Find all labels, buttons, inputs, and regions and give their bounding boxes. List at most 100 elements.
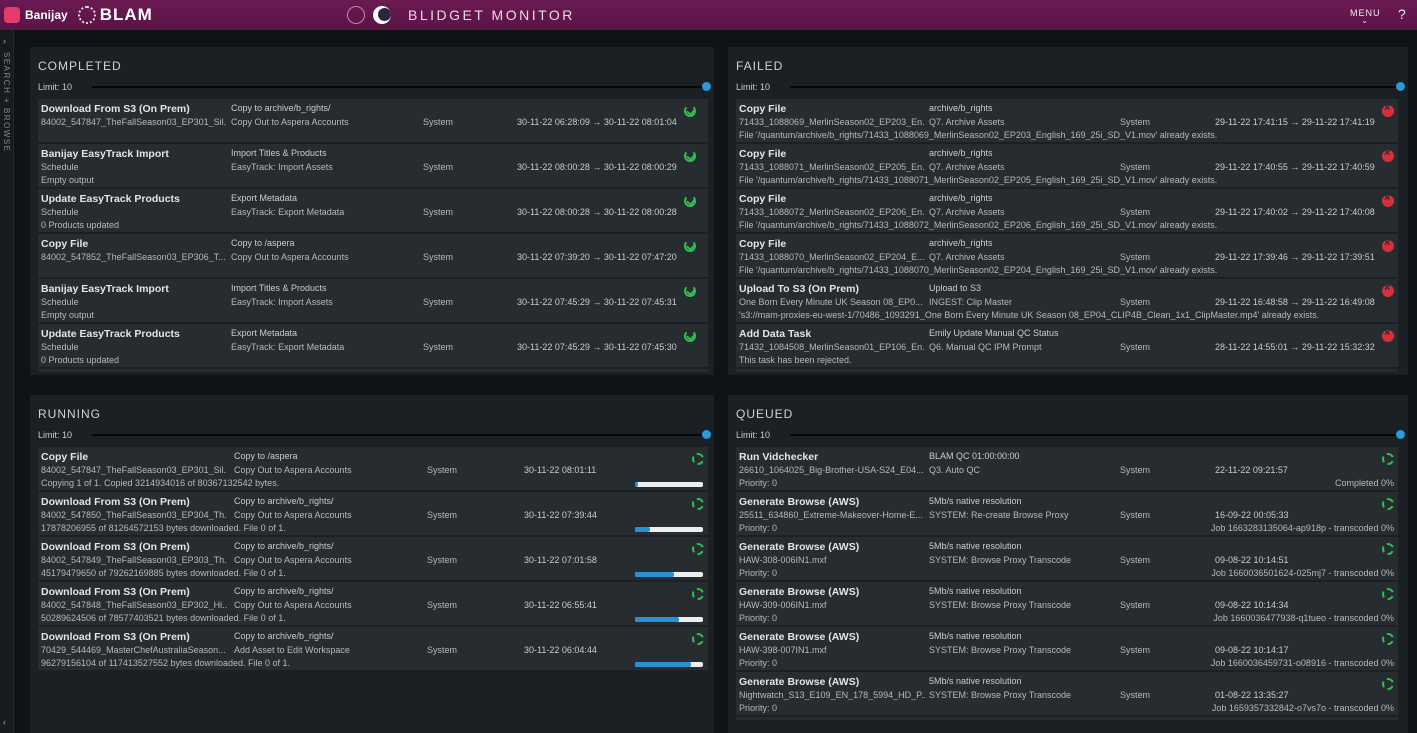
job-description: Emily Update Manual QC Status [929,328,1059,338]
expand-sidebar-icon[interactable]: › [3,36,6,46]
job-user: System [423,117,454,127]
job-row[interactable]: Copy File 84002_547847_TheFallSeason03_EP… [38,447,708,490]
job-user: System [1120,252,1151,262]
running-limit-slider-handle[interactable] [702,430,711,439]
completed-limit-slider[interactable] [92,86,706,88]
running-limit-label: Limit: 10 [38,430,73,440]
job-asset-name: HAW-398-007IN1.mxf [739,645,827,655]
job-time: 16-09-22 00:05:33 [1215,510,1289,520]
sidebar-label: SEARCH + BROWSE [2,52,11,153]
queued-title: QUEUED [736,407,794,421]
job-time: 29-11-22 17:40:55 → 29-11-22 17:40:59 [1215,162,1375,172]
job-time: 22-11-22 09:21:57 [1215,465,1288,475]
job-row[interactable]: Generate Browse (AWS) HAW-398-007IN1.mxf P… [736,627,1398,670]
job-asset-name: 71432_1084508_MerlinSeason01_EP106_En... [739,342,925,352]
product-name: BLAM [99,5,153,24]
job-output: Priority: 0 [739,478,778,488]
job-workflow: Q7. Archive Assets [929,252,1005,262]
completed-limit-slider-handle[interactable] [702,82,711,91]
job-progress-text: Job 1660036501624-025mj7 - transcoded 0% [1211,568,1394,578]
job-user: System [427,465,458,475]
job-description: 5Mb/s native resolution [929,541,1022,551]
spinner-icon [692,588,704,600]
job-row[interactable]: Add Data Task 71432_1084508_MerlinSeason0… [736,324,1398,367]
job-progress-bar [635,662,703,667]
job-row[interactable]: Copy File 84002_547852_TheFallSeason03_EP… [38,234,708,277]
settings-wheel-icon[interactable] [347,6,365,24]
job-row[interactable]: Download From S3 (On Prem) 84002_547848_T… [38,582,708,625]
job-row[interactable]: Copy File 71433_1088071_MerlinSeason02_EP… [736,144,1398,187]
job-row[interactable]: Download From S3 (On Prem) 84002_547847_T… [38,99,708,142]
check-circle-icon [684,195,696,207]
check-circle-icon [684,285,696,297]
collapse-sidebar-icon[interactable]: ‹ [3,717,6,727]
error-circle-icon [1382,237,1394,252]
check-circle-icon [684,330,696,342]
job-row[interactable]: Copy File 71433_1088070_MerlinSeason02_EP… [736,234,1398,277]
job-user: System [423,297,454,307]
job-title: Download From S3 (On Prem) [41,631,190,643]
job-workflow: SYSTEM: Re-create Browse Proxy [929,510,1069,520]
job-asset-name: HAW-309-006IN1.mxf [739,600,827,610]
job-user: System [427,645,458,655]
job-row[interactable]: Banijay EasyTrack Import Schedule Empty ou… [38,279,708,322]
job-row[interactable]: Upload To S3 (On Prem) One Born Every Min… [736,279,1398,322]
dark-mode-moon-icon[interactable] [373,6,391,24]
job-row[interactable]: Generate Browse (AWS) Nightwatch_S13_E109… [736,672,1398,715]
job-time: 30-11-22 07:39:20 → 30-11-22 07:47:20 [517,252,677,262]
completed-limit-label: Limit: 10 [38,82,73,92]
running-limit-slider[interactable] [92,434,706,436]
job-asset-name: 71433_1088069_MerlinSeason02_EP203_En... [739,117,925,127]
help-button[interactable]: ? [1398,6,1406,22]
job-description: Export Metadata [231,193,298,203]
job-time: 30-11-22 06:28:09 → 30-11-22 08:01:04 [517,117,677,127]
job-workflow: INGEST: Clip Master [929,297,1013,307]
job-description: archive/b_rights [929,193,993,203]
spinner-icon [692,453,704,465]
job-row[interactable]: Copy File 71433_1088072_MerlinSeason02_EP… [736,189,1398,232]
job-asset-name: Schedule [41,297,79,307]
job-row[interactable]: Download From S3 (On Prem) 84002_547849_T… [38,537,708,580]
job-user: System [1120,645,1151,655]
job-progress-bar [635,527,703,532]
spinner-icon [692,543,704,555]
queued-limit-label: Limit: 10 [736,430,771,440]
job-row[interactable]: Generate Browse (AWS) HAW-309-006IN1.mxf P… [736,582,1398,625]
failed-limit-slider-handle[interactable] [1396,82,1405,91]
job-row[interactable]: Download From S3 (On Prem) 84002_547850_T… [38,492,708,535]
job-row[interactable]: Update EasyTrack Products Schedule 0 Produ… [38,189,708,232]
job-row[interactable]: Generate Browse (AWS) HAW-308-006IN1.mxf P… [736,537,1398,580]
job-workflow: Copy Out to Aspera Accounts [231,252,349,262]
failed-limit-slider[interactable] [790,86,1400,88]
job-description: archive/b_rights [929,238,993,248]
job-description: Export Metadata [231,328,298,338]
brand[interactable]: Banijay BLAM [4,5,153,25]
job-title: Copy File [739,193,787,205]
queued-limit-slider[interactable] [790,434,1400,436]
job-row[interactable]: Copy File 71433_1088069_MerlinSeason02_EP… [736,99,1398,142]
job-progress-bar [635,482,703,487]
job-asset-name: HAW-308-006IN1.mxf [739,555,827,565]
job-row[interactable]: Banijay EasyTrack Import Schedule Empty ou… [38,144,708,187]
job-title: Update EasyTrack Products [41,328,180,340]
brand-name: Banijay [25,8,68,22]
spinner-icon [1382,588,1394,600]
menu-button[interactable]: MENU ⌄ [1350,8,1381,25]
search-browse-sidebar[interactable]: › SEARCH + BROWSE ‹ [0,30,14,733]
failed-more-rows [736,369,1398,372]
job-user: System [427,600,458,610]
job-asset-name: 84002_547847_TheFallSeason03_EP301_Sil..… [41,465,227,475]
error-circle-icon [1382,147,1394,162]
check-circle-icon [684,240,696,252]
job-row[interactable]: Download From S3 (On Prem) 70429_544469_M… [38,627,708,670]
job-row[interactable]: Generate Browse (AWS) 25511_634860_Extrem… [736,492,1398,535]
job-output: 17878206955 of 81264572153 bytes downloa… [41,523,286,533]
job-description: Copy to /aspera [234,451,298,461]
job-row[interactable]: Run Vidchecker 26610_1064025_Big-Brother-… [736,447,1398,490]
queued-more-rows [736,717,1398,720]
completed-panel: COMPLETED Limit: 10 Download From S3 (On P… [30,47,714,375]
job-row[interactable]: Update EasyTrack Products Schedule 0 Produ… [38,324,708,367]
queued-limit-slider-handle[interactable] [1396,430,1405,439]
job-time: 30-11-22 07:45:29 → 30-11-22 07:45:31 [517,297,677,307]
error-circle-icon [1382,282,1394,297]
